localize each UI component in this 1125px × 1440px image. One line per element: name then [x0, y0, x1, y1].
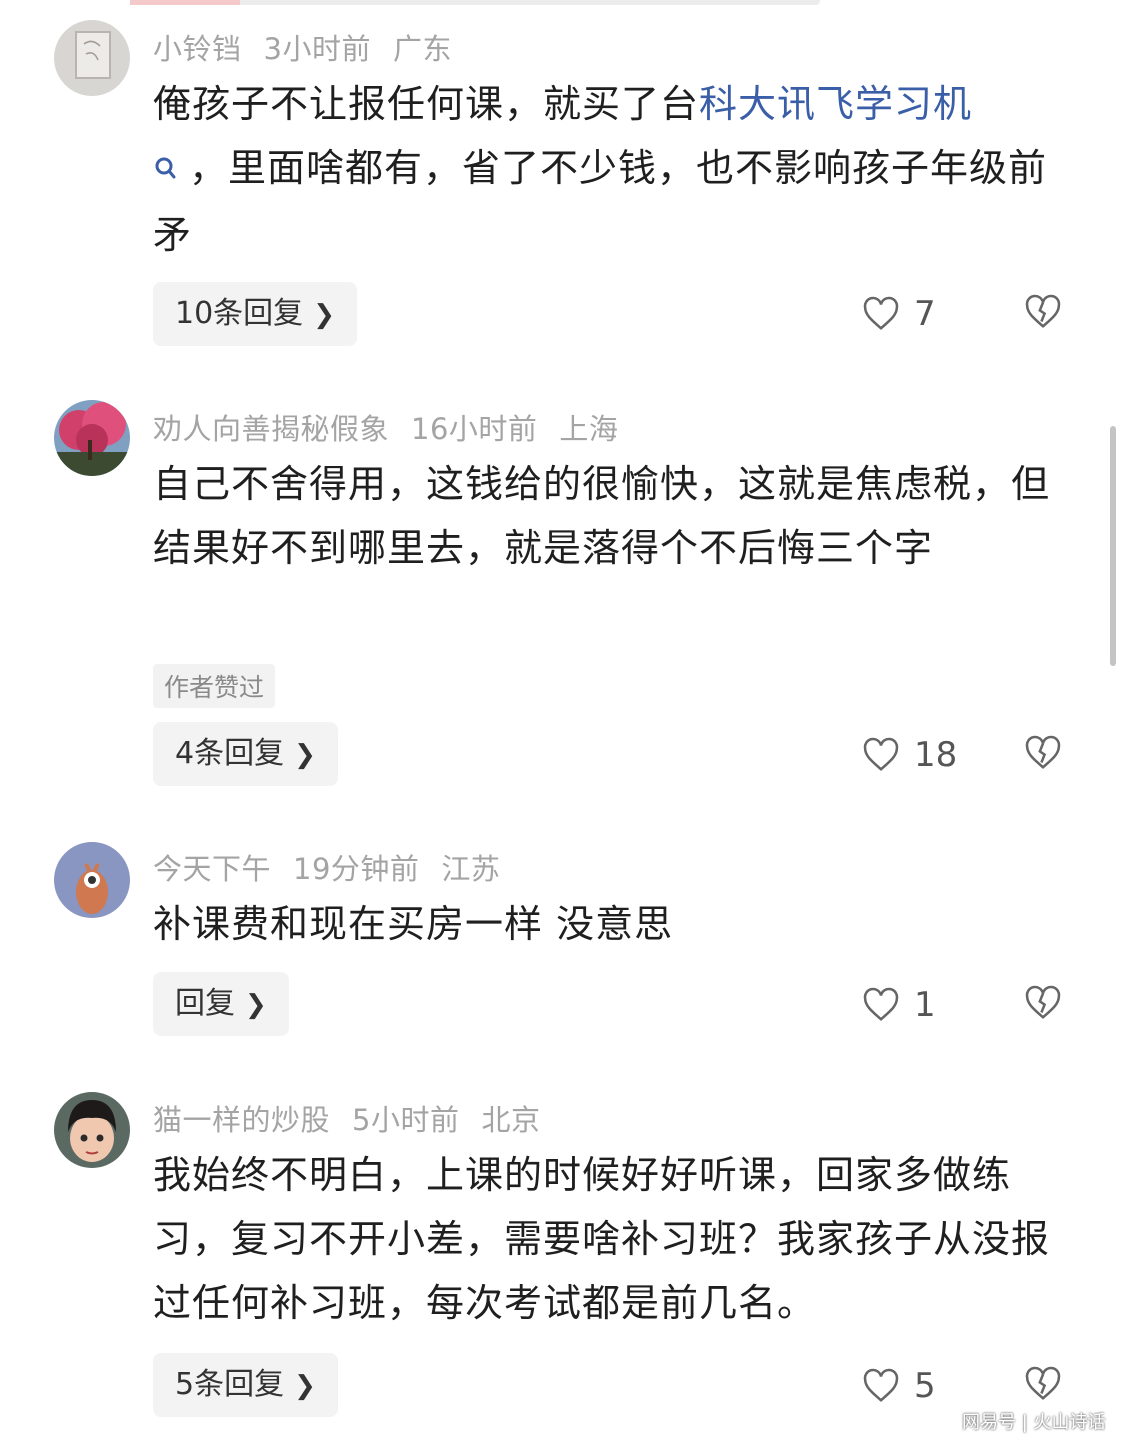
heart-icon [863, 987, 899, 1021]
watermark: 网易号 | 火山诗话 [962, 1412, 1106, 1433]
comment-meta: 今天下午 19分钟前 江苏 [153, 846, 522, 888]
avatar[interactable] [54, 842, 130, 918]
heart-icon [863, 737, 899, 771]
comment-meta: 小铃铛 3小时前 广东 [153, 26, 474, 68]
comment-text: 俺孩子不让报任何课，就买了台科大讯飞学习机 ，里面啥都有，省了不少钱，也不影响孩子… [153, 82, 1048, 257]
username[interactable]: 劝人向善揭秘假象 [153, 412, 389, 446]
username[interactable]: 小铃铛 [153, 32, 242, 66]
avatar[interactable] [54, 400, 130, 476]
comment-text: 补课费和现在买房一样 没意思 [153, 902, 674, 946]
comment-text: 自己不舍得用，这钱给的很愉快，这就是焦虑税，但结果好不到哪里去，就是落得个不后悔… [153, 462, 1051, 570]
location: 北京 [481, 1103, 541, 1137]
chevron-right-icon: ❯ [245, 990, 267, 1020]
view-replies-button[interactable]: 5条回复 ❯ [153, 1353, 338, 1417]
location: 江苏 [441, 852, 501, 886]
timestamp: 3小时前 [263, 32, 371, 66]
avatar[interactable] [54, 1092, 130, 1168]
reply-button[interactable]: 回复 ❯ [153, 972, 289, 1036]
dislike-button[interactable] [1024, 1366, 1062, 1406]
timestamp: 16小时前 [411, 412, 538, 446]
view-replies-button[interactable]: 10条回复 ❯ [153, 282, 357, 346]
like-button[interactable]: 1 [862, 985, 936, 1025]
heart-icon [863, 296, 899, 330]
like-count: 1 [914, 985, 936, 1025]
comment-meta: 猫一样的炒股 5小时前 北京 [153, 1097, 562, 1139]
chevron-right-icon: ❯ [294, 1371, 316, 1401]
broken-heart-icon [1025, 735, 1061, 769]
dislike-button[interactable] [1024, 735, 1062, 775]
chevron-right-icon: ❯ [313, 300, 335, 330]
dislike-button[interactable] [1024, 294, 1062, 334]
comment-text: 我始终不明白，上课的时候好好听课，回家多做练习，复习不开小差，需要啥补习班？我家… [153, 1153, 1051, 1325]
view-replies-button[interactable]: 4条回复 ❯ [153, 722, 338, 786]
username[interactable]: 猫一样的炒股 [153, 1103, 330, 1137]
heart-icon [863, 1368, 899, 1402]
broken-heart-icon [1025, 294, 1061, 328]
timestamp: 5小时前 [352, 1103, 460, 1137]
product-link[interactable]: 科大讯飞学习机 [699, 82, 972, 126]
location: 广东 [392, 32, 452, 66]
timestamp: 19分钟前 [293, 852, 420, 886]
like-button[interactable]: 5 [862, 1366, 936, 1406]
broken-heart-icon [1025, 985, 1061, 1019]
like-count: 5 [914, 1366, 936, 1406]
location: 上海 [559, 412, 619, 446]
like-button[interactable]: 18 [862, 735, 957, 775]
chevron-right-icon: ❯ [294, 740, 316, 770]
scrollbar[interactable] [1110, 426, 1116, 666]
dislike-button[interactable] [1024, 985, 1062, 1025]
search-icon[interactable] [153, 139, 183, 203]
like-button[interactable]: 7 [862, 294, 936, 334]
username[interactable]: 今天下午 [153, 852, 271, 886]
comment-meta: 劝人向善揭秘假象 16小时前 上海 [153, 406, 640, 448]
like-count: 7 [914, 294, 936, 334]
author-liked-badge: 作者赞过 [153, 664, 276, 708]
broken-heart-icon [1025, 1366, 1061, 1400]
like-count: 18 [914, 735, 958, 775]
avatar[interactable] [54, 20, 130, 96]
